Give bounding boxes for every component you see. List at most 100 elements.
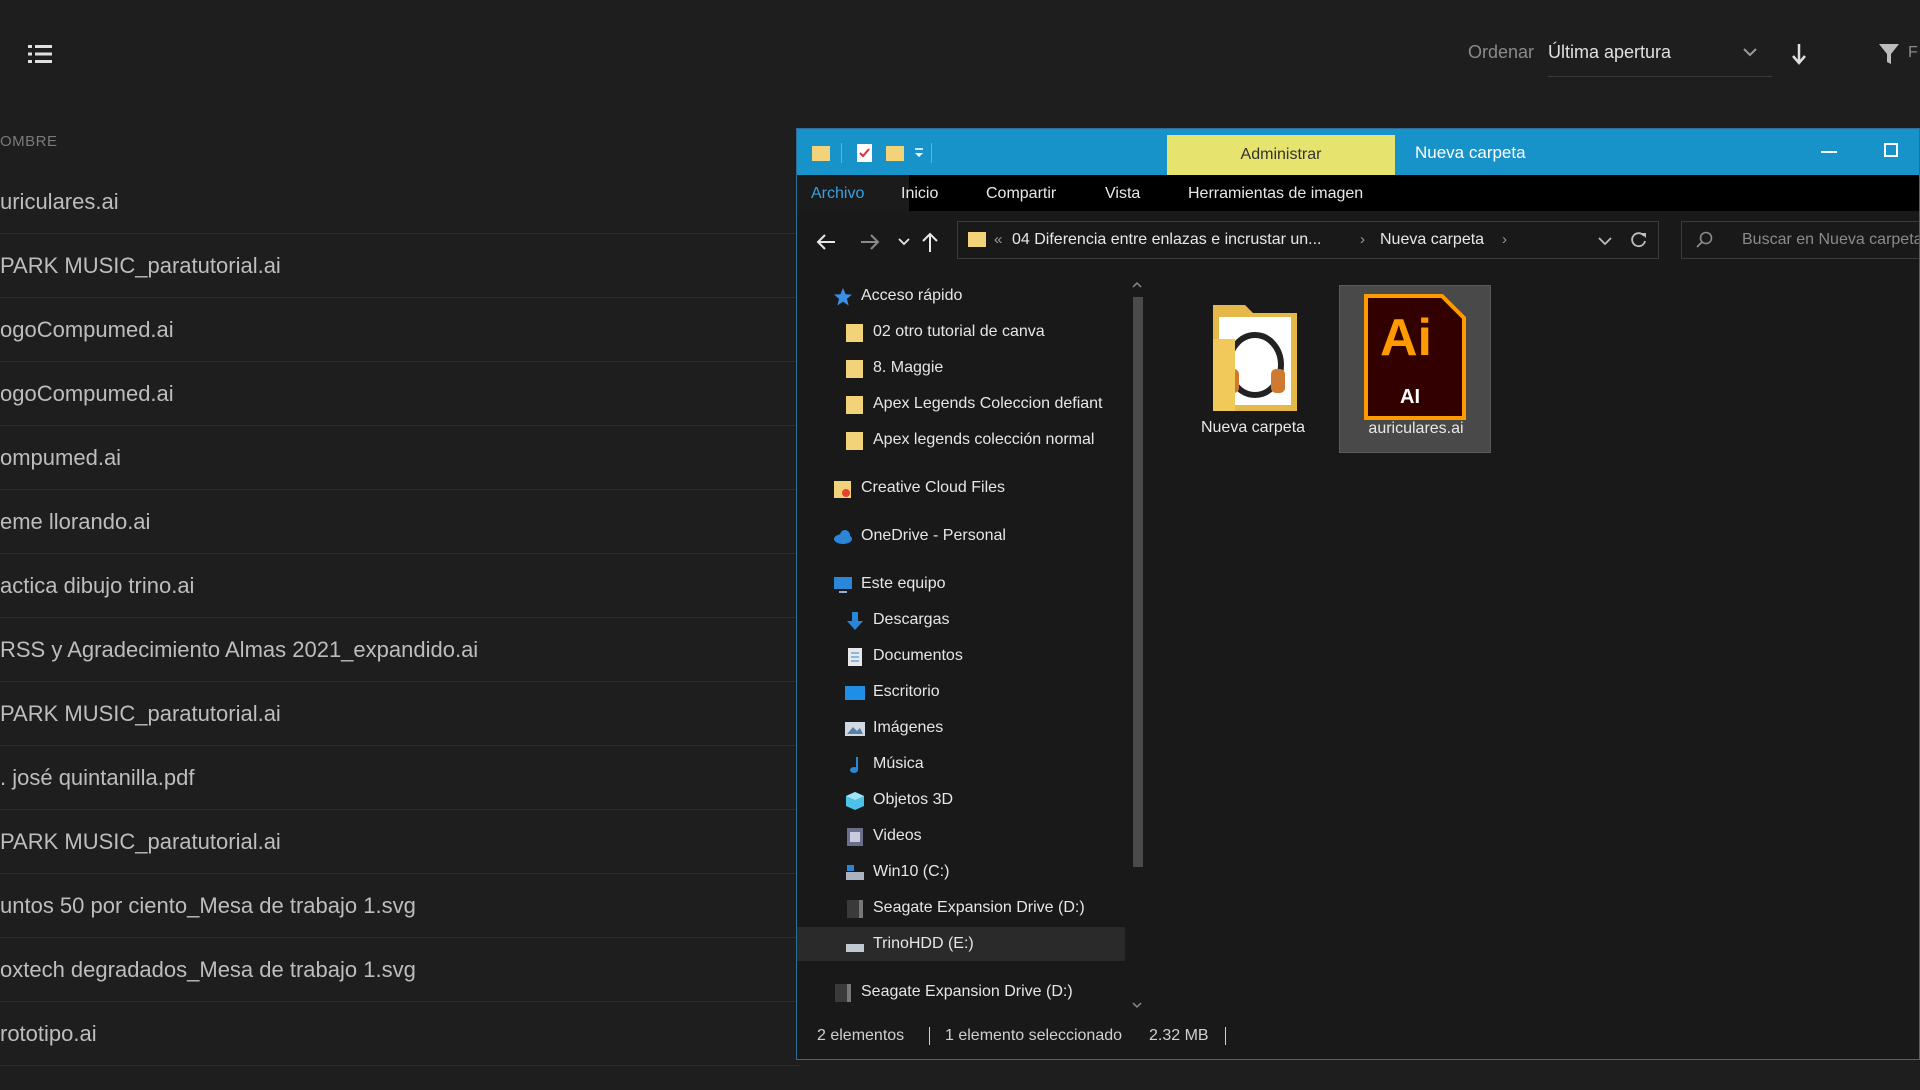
folder-icon — [846, 324, 863, 342]
file-row[interactable]: RSS y Agradecimiento Almas 2021_expandid… — [0, 618, 800, 682]
file-row[interactable]: ogoCompumed.ai — [0, 298, 800, 362]
file-row[interactable]: oxtech degradados_Mesa de trabajo 1.svg — [0, 938, 800, 1002]
scrollbar-thumb[interactable] — [1133, 297, 1143, 867]
nav-label: Este equipo — [861, 575, 946, 592]
creative-cloud-folder-icon — [834, 481, 851, 498]
nav-item-videos[interactable]: Videos — [797, 819, 1125, 853]
file-row[interactable]: untos 50 por ciento_Mesa de trabajo 1.sv… — [0, 874, 800, 938]
external-drive-icon — [847, 900, 863, 918]
music-note-icon — [850, 757, 858, 773]
computer-icon — [834, 577, 852, 593]
nav-label: Acceso rápido — [861, 287, 963, 304]
nav-item-este-equipo[interactable]: Este equipo — [797, 567, 1125, 601]
nav-label: Objetos 3D — [873, 791, 954, 808]
item-count: 2 elementos — [817, 1027, 905, 1044]
divider — [931, 143, 932, 163]
nav-item-onedrive[interactable]: OneDrive - Personal — [797, 519, 1125, 553]
nav-item-documentos[interactable]: Documentos — [797, 639, 1125, 673]
nav-label: OneDrive - Personal — [861, 527, 1006, 544]
breadcrumb-separator[interactable]: › — [1502, 231, 1507, 248]
file-row[interactable]: actica dibujo trino.ai — [0, 554, 800, 618]
folder-icon — [846, 432, 863, 450]
back-arrow-icon[interactable] — [815, 233, 837, 251]
file-row[interactable]: . josé quintanilla.pdf — [0, 746, 800, 810]
nav-item-acceso-rapido[interactable]: Acceso rápido — [797, 279, 1125, 313]
chevron-down-icon[interactable] — [1742, 44, 1758, 60]
tab-compartir[interactable]: Compartir — [986, 185, 1056, 203]
file-row[interactable]: rototipo.ai — [0, 1002, 800, 1066]
nav-scrollbar[interactable] — [1127, 277, 1147, 1015]
new-folder-icon[interactable] — [885, 143, 905, 163]
nav-item-pinned-folder[interactable]: 02 otro tutorial de canva — [797, 315, 1125, 349]
nav-item-descargas[interactable]: Descargas — [797, 603, 1125, 637]
file-row[interactable]: PARK MUSIC_paratutorial.ai — [0, 234, 800, 298]
properties-icon[interactable] — [855, 143, 875, 163]
file-row[interactable]: ogoCompumed.ai — [0, 362, 800, 426]
title-bar[interactable]: Administrar Nueva carpeta — [797, 129, 1919, 175]
nav-item-imagenes[interactable]: Imágenes — [797, 711, 1125, 745]
tab-inicio[interactable]: Inicio — [901, 185, 938, 203]
ribbon-tabs: Archivo Inicio Compartir Vista Herramien… — [797, 175, 1919, 211]
file-row[interactable]: PARK MUSIC_paratutorial.ai — [0, 682, 800, 746]
maximize-icon[interactable] — [1884, 143, 1898, 157]
nav-label: Win10 (C:) — [873, 863, 950, 880]
nav-item-win10[interactable]: Win10 (C:) — [797, 855, 1125, 889]
breadcrumb-item[interactable]: Nueva carpeta — [1380, 231, 1484, 249]
nav-item-seagate[interactable]: Seagate Expansion Drive (D:) — [797, 975, 1125, 1009]
forward-arrow-icon[interactable] — [859, 233, 881, 251]
nav-item-objetos-3d[interactable]: Objetos 3D — [797, 783, 1125, 817]
sort-direction-icon[interactable] — [1790, 42, 1808, 66]
nav-label: Apex Legends Coleccion defiant — [873, 395, 1103, 412]
nav-item-pinned-folder[interactable]: Apex Legends Coleccion defiant — [797, 387, 1125, 421]
chevron-down-icon[interactable] — [1598, 234, 1612, 248]
minimize-icon[interactable] — [1821, 151, 1837, 153]
file-row[interactable]: uriculares.ai — [0, 170, 800, 234]
ai-type-text: AI — [1400, 386, 1420, 408]
recent-files-list: uriculares.ai PARK MUSIC_paratutorial.ai… — [0, 170, 800, 1066]
scroll-up-icon[interactable] — [1131, 279, 1143, 291]
customize-toolbar-icon[interactable] — [909, 143, 929, 163]
address-field[interactable]: « 04 Diferencia entre enlazas e incrusta… — [957, 221, 1659, 259]
nav-label: 02 otro tutorial de canva — [873, 323, 1045, 340]
file-row[interactable]: eme llorando.ai — [0, 490, 800, 554]
nav-label: Seagate Expansion Drive (D:) — [861, 983, 1073, 1000]
folder-icon — [846, 396, 863, 414]
nav-item-escritorio[interactable]: Escritorio — [797, 675, 1125, 709]
tab-administrar[interactable]: Administrar — [1167, 135, 1395, 175]
breadcrumb-overflow[interactable]: « — [994, 231, 1002, 248]
breadcrumb-item[interactable]: 04 Diferencia entre enlazas e incrustar … — [1012, 231, 1322, 249]
tab-herramientas-de-imagen[interactable]: Herramientas de imagen — [1188, 185, 1363, 203]
name-column-header[interactable]: OMBRE — [0, 133, 58, 150]
refresh-icon[interactable] — [1630, 231, 1648, 249]
status-bar: 2 elementos 1 elemento seleccionado 2.32… — [797, 1013, 1919, 1059]
filter-icon[interactable] — [1878, 42, 1900, 66]
file-content-area[interactable]: Nueva carpeta Ai AI auriculares.ai — [1149, 269, 1919, 1013]
up-arrow-icon[interactable] — [921, 231, 939, 253]
folder-name: Nueva carpeta — [1200, 419, 1306, 436]
file-row[interactable]: ompumed.ai — [0, 426, 800, 490]
list-view-icon[interactable] — [28, 44, 52, 64]
folder-item[interactable]: Nueva carpeta — [1177, 285, 1329, 453]
divider — [929, 1027, 930, 1045]
file-explorer-window: Administrar Nueva carpeta Archivo Inicio… — [796, 128, 1920, 1060]
nav-item-musica[interactable]: Música — [797, 747, 1125, 781]
search-field[interactable]: Buscar en Nueva carpeta — [1681, 221, 1919, 259]
nav-item-pinned-folder[interactable]: Apex legends colección normal — [797, 423, 1125, 457]
ai-file-item[interactable]: Ai AI auriculares.ai — [1339, 285, 1491, 453]
tab-vista[interactable]: Vista — [1105, 185, 1140, 203]
drive-icon — [846, 865, 864, 880]
sort-underline — [1548, 76, 1772, 77]
sort-dropdown[interactable]: Última apertura — [1548, 42, 1671, 63]
nav-item-seagate[interactable]: Seagate Expansion Drive (D:) — [797, 891, 1125, 925]
divider — [841, 143, 842, 163]
scroll-down-icon[interactable] — [1131, 999, 1143, 1011]
tab-archivo[interactable]: Archivo — [811, 185, 864, 203]
nav-item-pinned-folder[interactable]: 8. Maggie — [797, 351, 1125, 385]
nav-item-creative-cloud[interactable]: Creative Cloud Files — [797, 471, 1125, 505]
file-row[interactable]: PARK MUSIC_paratutorial.ai — [0, 810, 800, 874]
nav-item-trinohdd[interactable]: TrinoHDD (E:) — [797, 927, 1125, 961]
breadcrumb-separator[interactable]: › — [1360, 231, 1365, 248]
nav-label: TrinoHDD (E:) — [873, 935, 974, 952]
recent-locations-icon[interactable] — [897, 233, 911, 251]
address-bar-row: « 04 Diferencia entre enlazas e incrusta… — [797, 211, 1919, 269]
